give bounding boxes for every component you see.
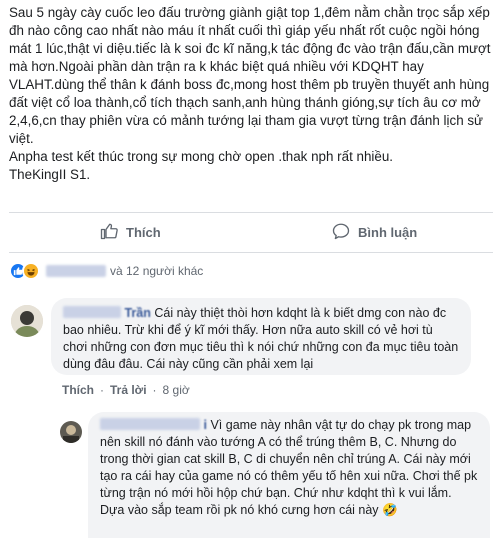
reactions-summary[interactable]: và 12 người khác [9,261,203,281]
thumbs-up-icon [100,222,126,243]
reply-text: Vì game này nhân vật tự do chạy pk trong… [100,418,478,517]
reactions-count-text: và 12 người khác [110,264,204,278]
comment-text: Cái này thiệt thòi hơn kdqht là k biết d… [63,306,459,371]
comment-author[interactable] [63,306,121,318]
haha-reaction-icon [22,262,40,280]
comment-author-visible[interactable]: Trần [124,306,150,320]
comment-time: 8 giờ [162,383,190,397]
comment-button[interactable]: Bình luận [332,218,417,246]
comment-label: Bình luận [358,224,418,240]
reply-avatar[interactable] [60,421,82,443]
comment-icon [332,222,358,243]
comment-like-link[interactable]: Thích [62,383,94,397]
reply-bubble: i Vì game này nhân vật tự do chạy pk tro… [88,412,490,538]
comment-reply-link[interactable]: Trả lời [110,383,147,397]
comment-bubble: Trần Cái này thiệt thòi hơn kdqht là k b… [51,298,471,375]
post-text: Sau 5 ngày cày cuốc leo đấu trường giành… [9,5,491,182]
comment-actions: Thích · Trả lời · 8 giờ [62,383,190,397]
reply-author[interactable] [100,418,200,430]
divider-top [9,212,493,213]
reactor-names [46,265,106,277]
reply-author-visible[interactable]: i [203,418,206,432]
commenter-avatar[interactable] [11,305,43,337]
divider-bottom [9,252,493,253]
like-label: Thích [126,224,161,240]
like-button[interactable]: Thích [100,218,161,246]
